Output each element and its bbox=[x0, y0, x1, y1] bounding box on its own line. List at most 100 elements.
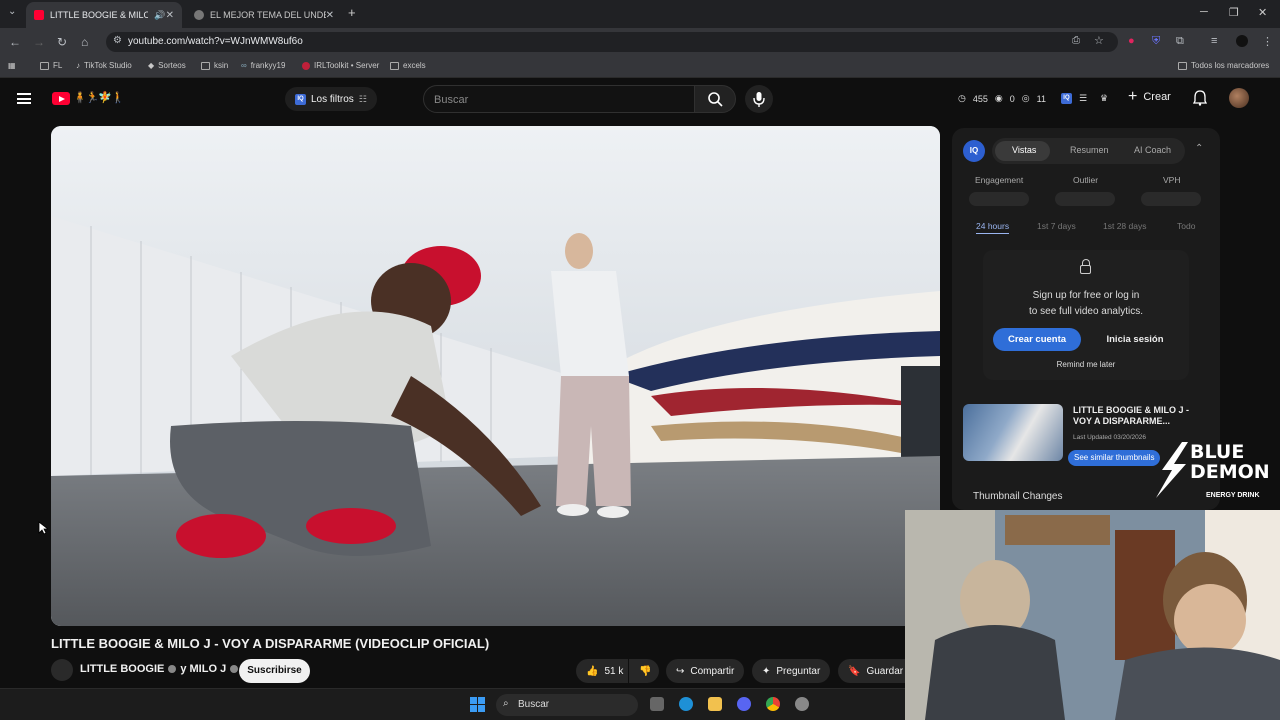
back-icon[interactable]: ← bbox=[9, 35, 21, 49]
all-bookmarks[interactable]: Todos los marcadores bbox=[1178, 61, 1269, 70]
trophy-icon[interactable]: ♛ bbox=[1100, 93, 1108, 104]
video-thumbnail[interactable] bbox=[963, 404, 1063, 461]
tab-ai-coach[interactable]: AI Coach bbox=[1134, 145, 1171, 155]
dislike-button[interactable]: 👎 bbox=[629, 659, 659, 683]
diamond-icon: ◆ bbox=[148, 61, 155, 70]
audio-icon[interactable]: 🔊 bbox=[154, 10, 165, 21]
tab-title: EL MEJOR TEMA DEL UNDER B bbox=[210, 10, 326, 20]
range-28d[interactable]: 1st 28 days bbox=[1103, 221, 1146, 231]
bookmark-star-icon[interactable]: ☆ bbox=[1094, 34, 1104, 47]
gate-message-2: to see full video analytics. bbox=[1029, 306, 1143, 317]
install-icon[interactable]: ⎙ bbox=[1072, 35, 1080, 46]
video-frame bbox=[51, 126, 940, 626]
obs-icon[interactable] bbox=[795, 697, 809, 711]
menu-kebab-icon[interactable]: ⋮ bbox=[1262, 35, 1273, 48]
range-all[interactable]: Todo bbox=[1177, 221, 1195, 231]
save-button[interactable]: 🔖 Guardar bbox=[838, 659, 905, 683]
youtube-logo-icon[interactable] bbox=[52, 92, 70, 105]
tab-youtube-video[interactable]: LITTLE BOOGIE & MILO J - 🔊 ✕ bbox=[26, 2, 182, 28]
reload-icon[interactable]: ↻ bbox=[57, 35, 67, 49]
tab-vistas[interactable]: Vistas bbox=[1012, 145, 1036, 155]
edge-icon[interactable] bbox=[679, 697, 693, 711]
windows-start-icon[interactable] bbox=[470, 697, 485, 712]
video-player[interactable] bbox=[51, 126, 940, 626]
globe-favicon-icon bbox=[194, 10, 204, 20]
extensions-puzzle-icon[interactable]: ⧉ bbox=[1176, 35, 1184, 48]
brand-line-1: BLUE bbox=[1190, 441, 1245, 463]
search-button[interactable] bbox=[694, 85, 736, 113]
like-button[interactable]: 👍 51 k bbox=[576, 659, 628, 683]
thumbs-down-icon: 👎 bbox=[639, 665, 652, 677]
bookmark-fl[interactable]: FL bbox=[40, 61, 62, 70]
remind-later-link[interactable]: Remind me later bbox=[983, 360, 1189, 369]
bookmark-tiktok-studio[interactable]: ♪ TikTok Studio bbox=[76, 61, 132, 70]
thumbnail-title: LITTLE BOOGIE & MILO J - VOY A DISPARARM… bbox=[1073, 405, 1189, 426]
chrome-icon[interactable] bbox=[766, 697, 780, 711]
subscribe-button[interactable]: Suscribirse bbox=[239, 659, 310, 683]
collapse-icon[interactable]: ⌃ bbox=[1195, 143, 1203, 154]
tab-search-icon[interactable]: ⌄ bbox=[8, 6, 16, 17]
bookmarks-bar: ▦ FL ♪ TikTok Studio ◆ Sorteos ksin ∞ frank… bbox=[0, 56, 1280, 78]
list-icon[interactable]: ☰ bbox=[1079, 93, 1087, 104]
tab-el-mejor-tema[interactable]: EL MEJOR TEMA DEL UNDER B ✕ bbox=[186, 2, 342, 28]
profile-avatar-icon[interactable] bbox=[1236, 35, 1248, 47]
youtube-masthead: 🧍🏃🧚🚶 IQ Los filtros ☷ Buscar ◷ 455 ◉ 0 ◎ 11… bbox=[0, 81, 1280, 117]
similar-thumbnails-button[interactable]: See similar thumbnails bbox=[1068, 450, 1161, 466]
site-info-icon[interactable]: ⚙ bbox=[113, 35, 122, 46]
media-control-icon[interactable]: ≡ bbox=[1211, 35, 1217, 47]
minimize-icon[interactable]: ─ bbox=[1200, 6, 1208, 18]
link-icon: ∞ bbox=[241, 61, 247, 70]
extension-red-icon[interactable]: ● bbox=[1128, 35, 1135, 47]
close-icon[interactable]: ✕ bbox=[166, 10, 174, 21]
search-input[interactable]: Buscar bbox=[423, 85, 695, 113]
bookmark-label: excels bbox=[403, 61, 426, 70]
bookmark-frankyy19[interactable]: ∞ frankyy19 bbox=[241, 61, 285, 70]
channel-name[interactable]: LITTLE BOOGIE y MILO J bbox=[80, 663, 242, 675]
bookmark-ksin[interactable]: ksin bbox=[201, 61, 228, 70]
bookmark-excels[interactable]: excels bbox=[390, 61, 426, 70]
forward-icon[interactable]: → bbox=[33, 35, 45, 49]
ask-button[interactable]: ✦ Preguntar bbox=[752, 659, 831, 683]
eye-icon: ◉ bbox=[994, 93, 1003, 103]
folder-icon bbox=[390, 61, 399, 70]
create-account-button[interactable]: Crear cuenta bbox=[993, 328, 1081, 351]
thumbnail-changes-heading[interactable]: Thumbnail Changes bbox=[973, 491, 1063, 502]
file-explorer-icon[interactable] bbox=[708, 697, 722, 711]
home-icon[interactable]: ⌂ bbox=[81, 35, 88, 49]
share-button[interactable]: ↪ Compartir bbox=[666, 659, 745, 683]
bookmark-irltoolkit[interactable]: IRLToolkit • Server bbox=[302, 61, 379, 70]
user-avatar[interactable] bbox=[1229, 88, 1249, 108]
window-close-icon[interactable]: ✕ bbox=[1258, 6, 1267, 19]
apps-grid-icon[interactable]: ▦ bbox=[8, 61, 16, 70]
channel-label: LITTLE BOOGIE bbox=[80, 663, 165, 675]
plus-icon: + bbox=[1128, 88, 1138, 105]
task-view-icon[interactable] bbox=[650, 697, 664, 711]
extension-shield-icon[interactable]: ⛨ bbox=[1152, 35, 1160, 48]
iq-extension-icon[interactable]: IQ bbox=[1060, 93, 1072, 104]
create-button[interactable]: + Crear bbox=[1128, 88, 1171, 105]
range-24h[interactable]: 24 hours bbox=[976, 221, 1010, 234]
close-icon[interactable]: ✕ bbox=[326, 10, 334, 21]
taskbar-search[interactable]: ⌕ Buscar bbox=[496, 694, 638, 716]
login-button[interactable]: Inicia sesión bbox=[1091, 328, 1179, 351]
address-bar[interactable]: ⚙ youtube.com/watch?v=WJnWMW8uf6o ⎙ ☆ bbox=[106, 32, 1118, 52]
range-7d[interactable]: 1st 7 days bbox=[1037, 221, 1076, 231]
discord-icon[interactable] bbox=[737, 697, 751, 711]
channel-avatar[interactable] bbox=[51, 659, 73, 681]
menu-hamburger-icon[interactable] bbox=[17, 93, 31, 104]
filters-button[interactable]: IQ Los filtros ☷ bbox=[285, 87, 377, 111]
channel-collab-label: y MILO J bbox=[180, 663, 227, 675]
voice-search-button[interactable] bbox=[745, 85, 773, 113]
vidiq-logo: IQ bbox=[963, 140, 985, 162]
bookmark-label: ksin bbox=[214, 61, 229, 70]
search-icon: ⌕ bbox=[503, 698, 509, 709]
restore-icon[interactable]: ❐ bbox=[1229, 6, 1239, 19]
bookmark-sorteos[interactable]: ◆ Sorteos bbox=[148, 61, 186, 70]
notifications-bell-icon[interactable] bbox=[1193, 90, 1207, 106]
panel-tabs: Vistas Resumen AI Coach bbox=[992, 138, 1185, 164]
tab-resumen[interactable]: Resumen bbox=[1070, 145, 1109, 155]
tiktok-icon: ♪ bbox=[76, 61, 80, 70]
brand-line-2: DEMON bbox=[1190, 461, 1270, 483]
stat-watch: 455 bbox=[972, 93, 988, 104]
new-tab-button[interactable]: + bbox=[348, 5, 356, 20]
